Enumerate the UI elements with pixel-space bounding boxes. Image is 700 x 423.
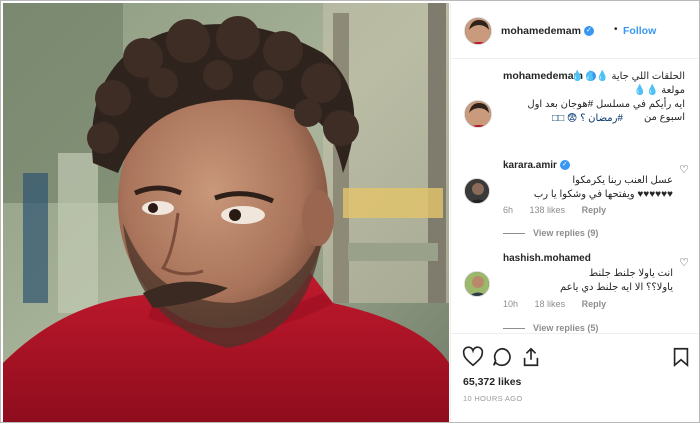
view-replies-label[interactable]: View replies (5) [533, 323, 598, 333]
caption-line-1: الحلقات اللي جاية 💧💧💧 [571, 71, 685, 82]
share-arrow-icon[interactable] [520, 346, 542, 368]
view-replies-button[interactable]: View replies (9) [503, 228, 598, 238]
commenter-username[interactable]: hashish.mohamed [503, 253, 591, 264]
post-photo-illustration [3, 3, 449, 422]
commenter-avatar[interactable] [464, 271, 490, 297]
author-avatar[interactable] [464, 17, 492, 45]
verified-badge-icon: ✓ [559, 160, 570, 171]
commenter-avatar-image [465, 179, 489, 203]
post-side-panel: mohamedemam ✓ • Follow mohamedemam ✓ الحلق [450, 3, 699, 422]
caption-avatar-image [465, 101, 491, 127]
caption-line-2: مولعة 💧💧 [633, 85, 685, 96]
comment-likes[interactable]: 138 likes [530, 205, 566, 215]
view-replies-divider [503, 328, 525, 330]
caption-hashtag-line[interactable]: #رمضان ؟ 😨 □□ [503, 112, 623, 125]
comment-age[interactable]: 10h [503, 299, 518, 309]
author-username[interactable]: mohamedemam ✓ [501, 25, 594, 37]
author-avatar-image [465, 18, 491, 44]
view-replies-label[interactable]: View replies (9) [533, 228, 598, 238]
comment-text-line-2: ياولا؟؟ الا ايه جلنط دي ياعم [559, 282, 673, 293]
author-username-text[interactable]: mohamedemam [501, 25, 581, 37]
post-photo[interactable] [3, 3, 449, 422]
verified-badge-icon: ✓ [583, 26, 594, 37]
comment-meta: 6h 138 likes Reply [503, 205, 620, 215]
comment-meta: 10h 18 likes Reply [503, 299, 620, 309]
comment-text-line-2: ♥♥♥♥♥♥ ويفتحها في وشكوا يا رب [533, 189, 673, 200]
comments-section[interactable]: mohamedemam ✓ الحلقات اللي جاية 💧💧💧 مولعة… [451, 60, 699, 333]
commenter-avatar[interactable] [464, 178, 490, 204]
caption-author-avatar[interactable] [464, 100, 492, 128]
save-bookmark-icon[interactable] [670, 346, 692, 368]
comment-reply-button[interactable]: Reply [582, 205, 607, 215]
post-header: mohamedemam ✓ • Follow [451, 3, 699, 59]
comment-text-line-1: عسل العنب ربنا يكرمكوا [572, 175, 673, 186]
view-replies-divider [503, 233, 525, 235]
commenter-username-text[interactable]: karara.amir [503, 160, 557, 171]
comment-like-heart-icon[interactable]: ♡ [679, 256, 689, 269]
comment-text-line-1: انت ياولا جلنط جلنط [588, 268, 673, 279]
follow-button[interactable]: Follow [623, 25, 656, 37]
post-like-count[interactable]: 65,372 likes [463, 376, 521, 388]
view-replies-button[interactable]: View replies (5) [503, 323, 598, 333]
header-separator: • [614, 24, 618, 35]
like-heart-icon[interactable] [462, 346, 484, 368]
post-actions: 65,372 likes 10 HOURS AGO [451, 333, 699, 422]
post-timestamp[interactable]: 10 HOURS AGO [463, 394, 522, 403]
comment-reply-button[interactable]: Reply [582, 299, 607, 309]
comment-like-heart-icon[interactable]: ♡ [679, 163, 689, 176]
commenter-avatar-image [465, 272, 489, 296]
comment-age[interactable]: 6h [503, 205, 513, 215]
instagram-post-window: mohamedemam ✓ • Follow mohamedemam ✓ الحلق [0, 0, 700, 423]
comment-bubble-icon[interactable] [491, 346, 513, 368]
comment-likes[interactable]: 18 likes [535, 299, 566, 309]
commenter-username[interactable]: karara.amir ✓ [503, 160, 570, 171]
